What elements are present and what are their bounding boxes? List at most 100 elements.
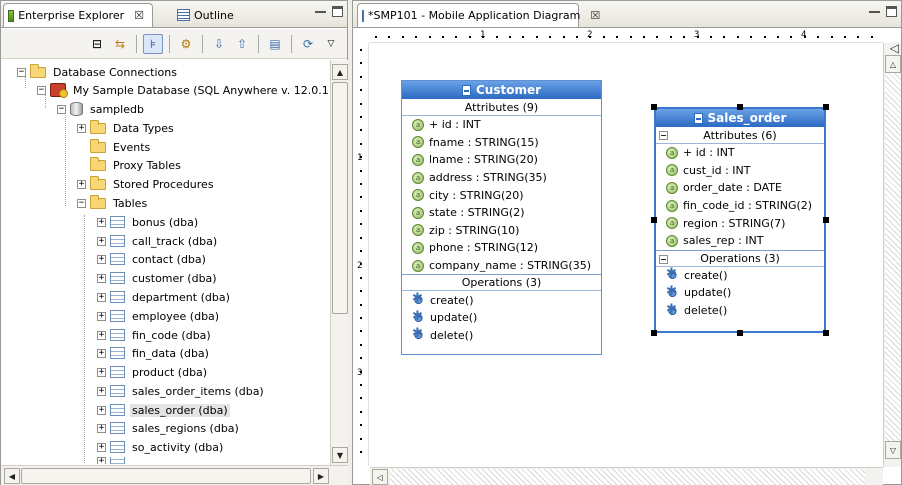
attributes-compartment-title[interactable]: Attributes (6) [656,127,824,144]
attribute-row[interactable]: a lname : STRING(20) [402,151,601,169]
expander-icon[interactable]: + [97,273,106,283]
tree-node-table-selected[interactable]: + sales_order (dba) [97,401,230,419]
expander-icon[interactable]: + [97,254,106,264]
operations-compartment-title[interactable]: Operations (3) [656,249,824,267]
scroll-left-icon[interactable]: ◀ [4,468,20,484]
expander-icon[interactable]: + [77,123,86,133]
expander-icon[interactable]: + [97,367,106,377]
operation-row[interactable]: create() [656,266,824,285]
tree-node-table[interactable]: + so_activity (dba) [97,438,225,456]
attribute-row[interactable]: a region : STRING(7) [656,214,824,232]
tree-node-table[interactable]: + department (dba) [97,288,232,306]
diagram-canvas[interactable]: Customer Attributes (9) a + id : INT a fna… [370,44,883,467]
connect-icon[interactable]: ⚙ [176,34,196,54]
expander-icon[interactable]: + [97,292,106,302]
attribute-row[interactable]: a sales_rep : INT [656,232,824,250]
minimize-icon[interactable] [869,6,880,17]
attribute-row[interactable]: a order_date : DATE [656,179,824,197]
tree-node-table[interactable]: + customer (dba) [97,269,219,287]
operations-compartment-title[interactable]: Operations (3) [402,274,601,292]
scroll-down-icon[interactable]: ▽ [885,441,901,459]
attribute-row[interactable]: a + id : INT [656,144,824,162]
scroll-up-icon[interactable]: ▲ [332,64,348,80]
attributes-compartment-title[interactable]: Attributes (9) [402,99,601,116]
selection-handle[interactable] [823,217,829,223]
tree-node-table[interactable]: + sales_regions (dba) [97,419,241,437]
scroll-up-icon[interactable]: △ [885,55,901,73]
expander-icon[interactable]: + [97,348,106,358]
operation-row[interactable]: create() [402,291,601,309]
maximize-icon[interactable] [886,6,897,17]
collapse-icon[interactable] [659,131,668,140]
expander-icon[interactable]: + [97,405,106,415]
tree-node-table[interactable]: + employee (dba) [97,307,221,325]
expander-icon[interactable]: + [97,236,106,246]
expander-icon[interactable]: + [97,386,106,396]
maximize-icon[interactable] [332,6,343,17]
selection-handle[interactable] [651,104,657,110]
tree-node-database-connections[interactable]: − Database Connections [17,63,179,81]
tree-node-sampledb[interactable]: − sampledb [57,100,146,118]
editor-vertical-scrollbar[interactable]: △ ▽ [883,43,901,467]
expander-icon[interactable]: − [57,104,66,114]
close-tab-icon[interactable]: ☒ [590,9,600,22]
expander-icon[interactable]: + [97,457,106,464]
scroll-thumb[interactable] [332,82,348,314]
tab-enterprise-explorer[interactable]: Enterprise Explorer ☒ [3,3,153,27]
tree-node-proxy-tables[interactable]: Proxy Tables [90,156,183,174]
attribute-row[interactable]: a address : STRING(35) [402,169,601,187]
class-header[interactable]: Sales_order [656,109,824,127]
expander-icon[interactable]: + [97,442,106,452]
collapse-icon[interactable] [659,254,668,264]
palette-toggle-icon[interactable]: ◁ [890,41,899,55]
attribute-row[interactable]: a cust_id : INT [656,162,824,180]
explorer-horizontal-scrollbar[interactable]: ◀ ▶ [1,465,348,485]
scroll-down-icon[interactable]: ▼ [332,447,348,463]
attribute-row[interactable]: a state : STRING(2) [402,204,601,222]
tree-node-connection[interactable]: − My Sample Database (SQL Anywhere v. 12… [37,81,331,99]
operation-row[interactable]: update() [402,309,601,327]
tree-node-events[interactable]: Events [90,138,152,156]
class-sales-order[interactable]: Sales_order Attributes (6) a + id : INT a… [654,107,826,333]
selection-handle[interactable] [823,330,829,336]
expander-icon[interactable]: + [77,179,86,189]
operation-row[interactable]: delete() [402,326,601,345]
attribute-row[interactable]: a phone : STRING(12) [402,239,601,257]
attribute-row[interactable]: a company_name : STRING(35) [402,257,601,275]
scroll-thumb[interactable] [21,468,311,484]
selection-handle[interactable] [651,330,657,336]
collapse-all-icon[interactable]: ⊟ [87,34,107,54]
tree-mode-icon[interactable]: ⊧ [143,33,163,54]
expander-icon[interactable]: + [97,330,106,340]
attribute-row[interactable]: a fname : STRING(15) [402,134,601,152]
scroll-left-icon[interactable]: ◁ [372,469,388,485]
refresh-icon[interactable]: ⟳ [298,34,318,54]
class-customer[interactable]: Customer Attributes (9) a + id : INT a fna… [401,80,602,355]
tree-node-table[interactable]: + sales_order_items (dba) [97,382,266,400]
scroll-right-icon[interactable]: ▶ [313,468,329,484]
explorer-vertical-scrollbar[interactable]: ▲ ▼ [330,60,348,465]
tab-outline[interactable]: Outline [173,3,242,27]
attribute-row[interactable]: a + id : INT [402,116,601,134]
selection-handle[interactable] [823,104,829,110]
tree-node-tables[interactable]: − Tables [77,194,149,212]
properties-icon[interactable]: ▤ [265,34,285,54]
link-with-editor-icon[interactable]: ⇆ [110,34,130,54]
tree-node-table[interactable]: + fin_data (dba) [97,344,211,362]
attribute-row[interactable]: a zip : STRING(10) [402,222,601,240]
close-tab-icon[interactable]: ☒ [134,9,144,22]
tree-node-stored-procedures[interactable]: + Stored Procedures [77,175,216,193]
editor-horizontal-scrollbar[interactable]: ◁ [370,467,883,485]
expander-icon[interactable]: + [97,311,106,321]
minimize-icon[interactable] [315,6,326,17]
operation-row[interactable]: delete() [656,302,824,320]
tree-node-table[interactable]: + product (dba) [97,363,209,381]
tree-node-table-partial[interactable]: + [97,457,130,464]
expander-icon[interactable]: − [77,198,86,208]
tree-node-table[interactable]: + fin_code (dba) [97,326,213,344]
export-icon[interactable]: ⇧ [232,34,252,54]
selection-handle[interactable] [737,330,743,336]
attribute-row[interactable]: a fin_code_id : STRING(2) [656,197,824,215]
expander-icon[interactable]: + [97,423,106,433]
import-icon[interactable]: ⇩ [209,34,229,54]
